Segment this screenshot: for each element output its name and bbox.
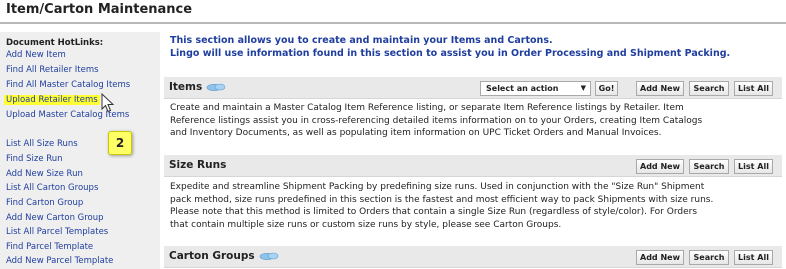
carton-groups-search-button[interactable]: Search xyxy=(689,250,729,265)
carton-groups-section-header: Carton Groups Add New Search List All xyxy=(164,246,782,268)
size-runs-desc-line: that contain multiple size runs or custo… xyxy=(170,219,562,230)
step-callout-badge: 2 xyxy=(108,131,132,155)
size-runs-section-title: Size Runs xyxy=(169,159,227,171)
size-runs-desc-line: Expedite and streamline Shipment Packing… xyxy=(170,182,705,192)
go-button[interactable]: Go! xyxy=(595,81,618,96)
items-search-button[interactable]: Search xyxy=(689,81,729,96)
carton-groups-add-new-button[interactable]: Add New xyxy=(636,250,684,265)
link-list-all-parcel-templates[interactable]: List All Parcel Templates xyxy=(6,227,108,237)
items-section-title: Items xyxy=(169,81,203,93)
link-find-all-master-catalog-items[interactable]: Find All Master Catalog Items xyxy=(6,80,130,90)
link-add-new-size-run[interactable]: Add New Size Run xyxy=(6,169,83,179)
link-upload-retailer-items[interactable]: Upload Retailer Items xyxy=(4,95,100,105)
link-find-size-run[interactable]: Find Size Run xyxy=(6,154,63,164)
items-desc-line: Create and maintain a Master Catalog Ite… xyxy=(170,103,684,113)
intro-line-2: Lingo will use information found in this… xyxy=(170,48,731,59)
intro-text: This section allows you to create and ma… xyxy=(170,34,782,60)
hotlinks-title: Document HotLinks: xyxy=(6,38,104,48)
size-runs-desc-line: pack method, size runs predefined in thi… xyxy=(170,194,714,205)
link-list-all-carton-groups[interactable]: List All Carton Groups xyxy=(6,183,98,193)
items-section-header: Items Select an action ▼ Go! Add New Sea… xyxy=(164,77,782,99)
items-add-new-button[interactable]: Add New xyxy=(636,81,684,96)
page-header: Item/Carton Maintenance xyxy=(0,0,786,24)
carton-groups-list-all-button[interactable]: List All xyxy=(734,250,773,265)
size-runs-desc-line: Please note that this method is limited … xyxy=(170,207,698,217)
link-find-all-retailer-items[interactable]: Find All Retailer Items xyxy=(6,65,99,75)
link-add-new-item[interactable]: Add New Item xyxy=(6,50,66,60)
cloud-icon xyxy=(206,83,226,91)
carton-groups-section-title: Carton Groups xyxy=(169,250,255,262)
items-description: Create and maintain a Master Catalog Ite… xyxy=(170,102,782,140)
items-desc-line: and Inventory Documents, as well as popu… xyxy=(170,128,662,138)
mouse-cursor-icon xyxy=(101,93,115,113)
link-add-new-carton-group[interactable]: Add New Carton Group xyxy=(6,213,104,223)
action-select[interactable]: Select an action ▼ xyxy=(480,81,591,96)
intro-line-1: This section allows you to create and ma… xyxy=(170,35,553,46)
size-runs-list-all-button[interactable]: List All xyxy=(734,159,773,174)
link-list-all-size-runs[interactable]: List All Size Runs xyxy=(6,139,78,149)
size-runs-section-header: Size Runs Add New Search List All xyxy=(164,155,782,177)
link-find-carton-group[interactable]: Find Carton Group xyxy=(6,198,83,208)
page-title: Item/Carton Maintenance xyxy=(6,2,193,17)
size-runs-add-new-button[interactable]: Add New xyxy=(636,159,684,174)
link-add-new-parcel-template[interactable]: Add New Parcel Template xyxy=(6,256,113,266)
items-list-all-button[interactable]: List All xyxy=(734,81,773,96)
sidebar: Document HotLinks: Add New Item Find All… xyxy=(0,32,160,269)
cloud-icon xyxy=(259,252,278,260)
action-select-value: Select an action xyxy=(486,84,559,93)
items-desc-line: Reference listings assist you in cross-r… xyxy=(170,115,703,126)
size-runs-search-button[interactable]: Search xyxy=(689,159,729,174)
link-find-parcel-template[interactable]: Find Parcel Template xyxy=(6,242,93,252)
size-runs-description: Expedite and streamline Shipment Packing… xyxy=(170,181,782,231)
chevron-down-icon: ▼ xyxy=(580,84,586,92)
